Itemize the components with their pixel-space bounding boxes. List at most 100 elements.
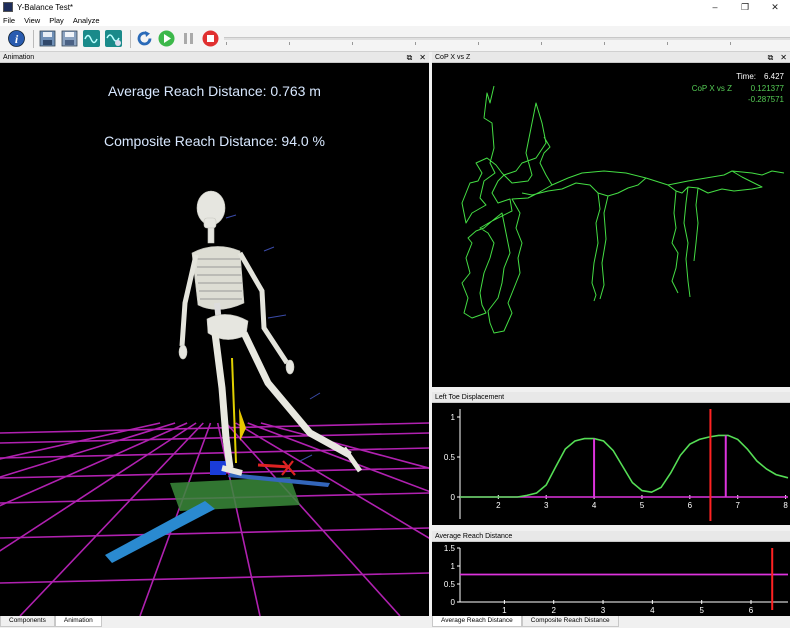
stop-icon — [202, 30, 219, 47]
restore-button[interactable]: ❐ — [730, 0, 760, 14]
grid-line — [0, 432, 429, 444]
toe-chart[interactable]: 0 0.5 1 2 3 4 5 6 7 8 — [432, 403, 790, 525]
reach-indicator — [231, 357, 237, 464]
x-tick-label: 4 — [650, 606, 655, 615]
x-tick-label: 8 — [783, 501, 788, 510]
tab-components[interactable]: Components — [0, 616, 55, 627]
time-value: 6.427 — [763, 72, 784, 81]
x-tick-label: 3 — [601, 606, 606, 615]
reach-chart[interactable]: 0 0.5 1 1.5 1 2 3 4 5 6 — [432, 542, 790, 616]
reach-tabs: Average Reach Distance Composite Reach D… — [432, 616, 619, 628]
y-tick-label: 1 — [451, 413, 456, 422]
save-icon — [39, 30, 56, 47]
y-tick-label: 0 — [451, 493, 456, 502]
x-tick-label: 5 — [640, 501, 645, 510]
x-tick-label: 6 — [749, 606, 754, 615]
time-label: Time: — [736, 72, 756, 81]
slider-tick — [226, 42, 227, 45]
menu-bar: File View Play Analyze — [0, 14, 790, 26]
cop-x-value: 0.121377 — [750, 84, 784, 93]
average-reach-label: Average Reach Distance: 0.763 m — [108, 83, 321, 99]
slider-tick — [730, 42, 731, 45]
toe-chart-svg: 0 0.5 1 2 3 4 5 6 7 8 — [444, 409, 789, 521]
reach-arrow — [239, 408, 246, 441]
cop-plot[interactable]: Time: 6.427 CoP X vs Z 0.121377 -0.28757… — [432, 63, 790, 387]
slider-tick — [352, 42, 353, 45]
grid-line — [0, 422, 429, 434]
menu-view[interactable]: View — [24, 16, 40, 25]
pause-button[interactable] — [179, 29, 198, 48]
toolbar-separator — [130, 29, 131, 48]
cop-z-value: -0.287571 — [747, 95, 784, 104]
toe-panel-header: Left Toe Displacement — [432, 392, 790, 403]
menu-play[interactable]: Play — [49, 16, 64, 25]
reach-chart-svg: 0 0.5 1 1.5 1 2 3 4 5 6 — [444, 544, 788, 615]
timeline-slider[interactable] — [224, 37, 790, 45]
axis-red — [257, 463, 291, 469]
info-button[interactable]: i — [7, 29, 26, 48]
save-button[interactable] — [38, 29, 57, 48]
slider-tick — [541, 42, 542, 45]
tab-composite-reach[interactable]: Composite Reach Distance — [521, 616, 619, 627]
cop-trace — [461, 85, 785, 334]
reach-panel-title: Average Reach Distance — [435, 533, 513, 540]
save-as-button[interactable] — [60, 29, 79, 48]
cop-panel-header: CoP X vs Z ⧉ ✕ — [432, 52, 790, 63]
info-icon: i — [8, 30, 25, 47]
play-icon — [158, 30, 175, 47]
x-tick-label: 2 — [551, 606, 556, 615]
minimize-button[interactable]: – — [700, 0, 730, 14]
menu-analyze[interactable]: Analyze — [73, 16, 100, 25]
cop-panel-title: CoP X vs Z — [435, 54, 471, 61]
close-button[interactable]: ✕ — [760, 0, 790, 14]
slider-tick — [604, 42, 605, 45]
slider-tick — [415, 42, 416, 45]
floor-grid — [0, 422, 429, 616]
rewind-button[interactable] — [135, 29, 154, 48]
composite-reach-label: Composite Reach Distance: 94.0 % — [104, 133, 325, 149]
float-icon[interactable]: ⧉ — [407, 53, 413, 62]
tab-animation[interactable]: Animation — [54, 616, 102, 627]
x-tick-label: 6 — [688, 501, 693, 510]
waveform-button[interactable] — [82, 29, 101, 48]
toe-panel-title: Left Toe Displacement — [435, 394, 505, 401]
save-as-icon — [61, 30, 78, 47]
toolbar-separator — [33, 29, 34, 48]
x-tick-label: 7 — [735, 501, 740, 510]
menu-file[interactable]: File — [3, 16, 15, 25]
x-tick-label: 2 — [496, 501, 501, 510]
grid-line — [0, 422, 176, 478]
window-title: Y-Balance Test* — [17, 2, 74, 12]
cop-trace-line — [461, 85, 785, 334]
x-tick-label: 5 — [699, 606, 704, 615]
float-icon[interactable]: ⧉ — [768, 53, 774, 62]
close-icon[interactable]: ✕ — [780, 53, 787, 62]
app-icon — [3, 2, 13, 12]
reach-direction-bar — [105, 501, 215, 563]
waveform-settings-button[interactable] — [104, 29, 123, 48]
pause-icon — [184, 33, 193, 44]
animation-viewport[interactable]: Average Reach Distance: 0.763 m Composit… — [0, 63, 429, 616]
waveform-icon — [83, 30, 100, 47]
play-button[interactable] — [157, 29, 176, 48]
toe-displacement-line — [460, 434, 789, 498]
tab-average-reach[interactable]: Average Reach Distance — [432, 616, 522, 627]
close-icon[interactable]: ✕ — [419, 53, 426, 62]
grid-line — [0, 572, 429, 584]
y-tick-label: 0.5 — [444, 580, 456, 589]
reach-panel-header: Average Reach Distance — [432, 531, 790, 542]
y-tick-label: 1 — [451, 562, 456, 571]
x-tick-label: 1 — [502, 606, 507, 615]
grid-line — [0, 527, 429, 539]
waveform-settings-icon — [105, 30, 122, 47]
slider-tick — [289, 42, 290, 45]
y-tick-label: 0.5 — [444, 453, 456, 462]
stop-button[interactable] — [201, 29, 220, 48]
grid-line — [225, 422, 401, 616]
rewind-icon — [137, 31, 152, 46]
slider-tick — [667, 42, 668, 45]
y-tick-label: 0 — [451, 598, 456, 607]
title-bar: Y-Balance Test* – ❐ ✕ — [0, 0, 790, 14]
slider-tick — [478, 42, 479, 45]
animation-panel-header: Animation ⧉ ✕ — [0, 52, 429, 63]
